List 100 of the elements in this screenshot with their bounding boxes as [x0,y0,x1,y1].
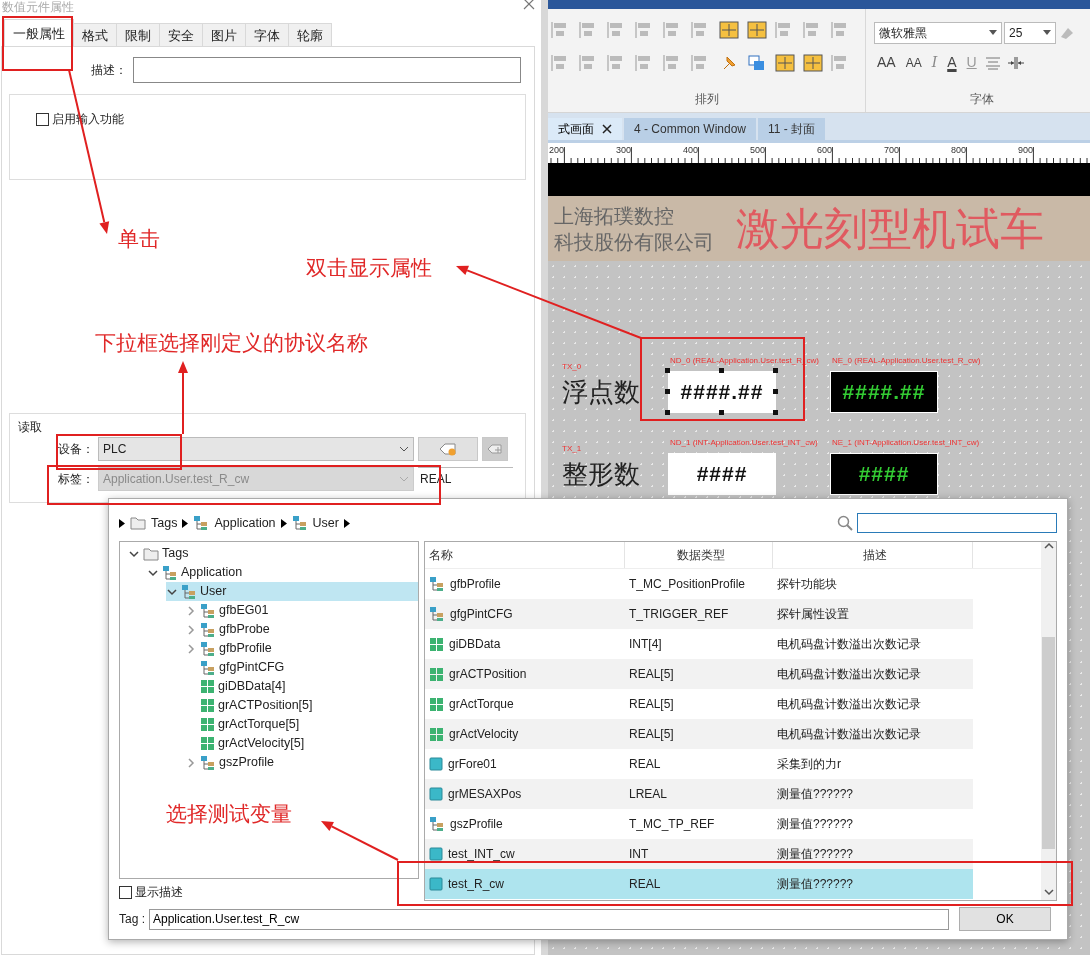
grow-font-button[interactable]: AA [874,52,899,73]
chevron-right-icon[interactable] [185,623,197,636]
tree-item[interactable]: grActVelocity[5] [185,734,418,753]
breadcrumb-item[interactable]: Application [214,513,276,533]
table-row[interactable]: grACTPosition REAL[5] 电机码盘计数溢出次数记录 [425,659,973,689]
table-row[interactable]: test_R_cw REAL 测量值?????? [425,869,973,899]
table-row[interactable]: grMESAXPos LREAL 测量值?????? [425,779,973,809]
shrink-font-button[interactable]: AA [902,53,925,72]
table-cell-text: gszProfile [450,816,503,833]
tree-item[interactable]: Application [147,563,418,582]
table-cell-text: grActTorque [449,696,514,713]
breadcrumb-item[interactable]: User [312,513,339,533]
tree-item[interactable]: gfbProfile [185,639,418,658]
field-label: Tag : [119,911,145,928]
company-name: 上海拓璞数控 [554,203,675,229]
tree-node-icon [181,583,197,600]
tab[interactable]: 限制 [116,23,160,46]
chevron-right-icon[interactable] [185,604,197,617]
tree-node-icon [200,659,216,676]
document-tab[interactable]: 11 - 封面 [758,118,826,140]
grid-icon [429,666,444,682]
ok-button[interactable]: OK [959,907,1051,931]
chevron-right-icon[interactable] [185,642,197,655]
tree-item[interactable]: Tags [128,544,418,563]
tree-item[interactable]: grACTPosition[5] [185,696,418,715]
scrollbar-thumb[interactable] [1042,637,1055,849]
grid-icon [429,696,444,712]
caret-icon[interactable] [343,518,350,528]
scroll-down-icon[interactable] [1043,889,1054,896]
tab[interactable]: 字体 [245,23,289,46]
table-cell-text: grMESAXPos [448,786,522,803]
table-cell-text: T_MC_TP_REF [628,816,716,833]
ruler-label: 800 [951,145,967,155]
ruler-label: 500 [750,145,766,155]
chevron-right-icon[interactable] [185,756,197,769]
column-header[interactable]: 描述 [773,542,973,568]
resize-handle[interactable] [719,368,724,373]
table-cell-text: 采集到的力r [776,756,842,773]
tree-item[interactable]: grActTorque[5] [185,715,418,734]
tree-item[interactable]: gfgPintCFG [185,658,418,677]
tree-item[interactable]: gszProfile [185,753,418,772]
resize-handle[interactable] [665,389,670,394]
breadcrumb-item[interactable]: Tags [151,513,178,533]
column-header[interactable]: 名称 [425,542,625,568]
tab[interactable]: 格式 [73,23,117,46]
numeric-input[interactable]: #### [668,453,776,495]
dropdown-caret-icon [399,446,409,452]
tab[interactable]: 一般属性 [4,19,74,46]
table-row[interactable]: gfgPintCFG T_TRIGGER_REF 探针属性设置 [425,599,973,629]
show-description-checkbox[interactable]: 显示描述 [119,883,419,901]
font-size-select[interactable]: 25 [1004,21,1056,44]
document-tab[interactable]: 4 - Common Window [624,118,757,140]
resize-handle[interactable] [719,410,724,415]
table-row[interactable]: grActTorque REAL[5] 电机码盘计数溢出次数记录 [425,689,973,719]
numeric-input[interactable]: ####.## [668,371,776,413]
caret-icon[interactable] [182,518,189,528]
tree-item[interactable]: gfbProbe [185,620,418,639]
table-row[interactable]: giDBData INT[4] 电机码盘计数溢出次数记录 [425,629,973,659]
scrollbar[interactable] [1041,542,1056,900]
table-row[interactable]: gszProfile T_MC_TP_REF 测量值?????? [425,809,973,839]
numeric-display[interactable]: #### [830,453,938,495]
document-tab[interactable]: 式画面 [548,118,622,140]
tree-item[interactable]: User [166,582,418,601]
tree-item[interactable]: gfbEG01 [185,601,418,620]
font-select[interactable]: 微软雅黑 [874,21,1002,44]
tag-button[interactable] [418,437,478,461]
table-row[interactable]: grActVelocity REAL[5] 电机码盘计数溢出次数记录 [425,719,973,749]
tree-item[interactable]: giDBData[4] [185,677,418,696]
table-row[interactable]: gfbProfile T_MC_PositionProfile 探针功能块 [425,569,973,599]
tag-field[interactable]: Application.User.test_R_cw [149,908,949,930]
element-caption: ND_1 (INT-Application.User.test_INT_cw) [670,438,818,448]
spacing-icon[interactable] [1005,55,1026,70]
table-cell-text: 电机码盘计数溢出次数记录 [776,696,922,713]
dropdown-caret-icon [1043,30,1051,35]
search-icon [837,515,853,531]
description-field[interactable] [133,57,521,83]
ruler-label: 200 [549,145,565,155]
dialog-title: 数值元件属性 [2,0,74,16]
caret-icon[interactable] [119,518,125,528]
table-row[interactable]: test_INT_cw INT 测量值?????? [425,839,973,869]
column-header[interactable]: 数据类型 [625,542,773,568]
font-color-button[interactable]: A [944,52,960,73]
close-icon[interactable] [602,124,612,134]
resize-handle[interactable] [665,410,670,415]
scroll-up-icon[interactable] [1043,542,1054,549]
resize-handle[interactable] [773,368,778,373]
device-select[interactable]: PLC [98,437,414,461]
numeric-display[interactable]: ####.## [830,371,938,413]
annotation-text: 选择测试变量 [166,801,292,828]
resize-handle[interactable] [773,389,778,394]
table-cell-text: 电机码盘计数溢出次数记录 [776,726,922,743]
tab[interactable]: 图片 [202,23,246,46]
caret-icon[interactable] [280,518,287,528]
search-field[interactable] [857,513,1057,533]
resize-handle[interactable] [665,368,670,373]
tab[interactable]: 轮廓 [288,23,332,46]
table-row[interactable]: grFore01 REAL 采集到的力r [425,749,973,779]
tab[interactable]: 安全 [159,23,203,46]
ruler-label: 300 [616,145,632,155]
resize-handle[interactable] [773,410,778,415]
